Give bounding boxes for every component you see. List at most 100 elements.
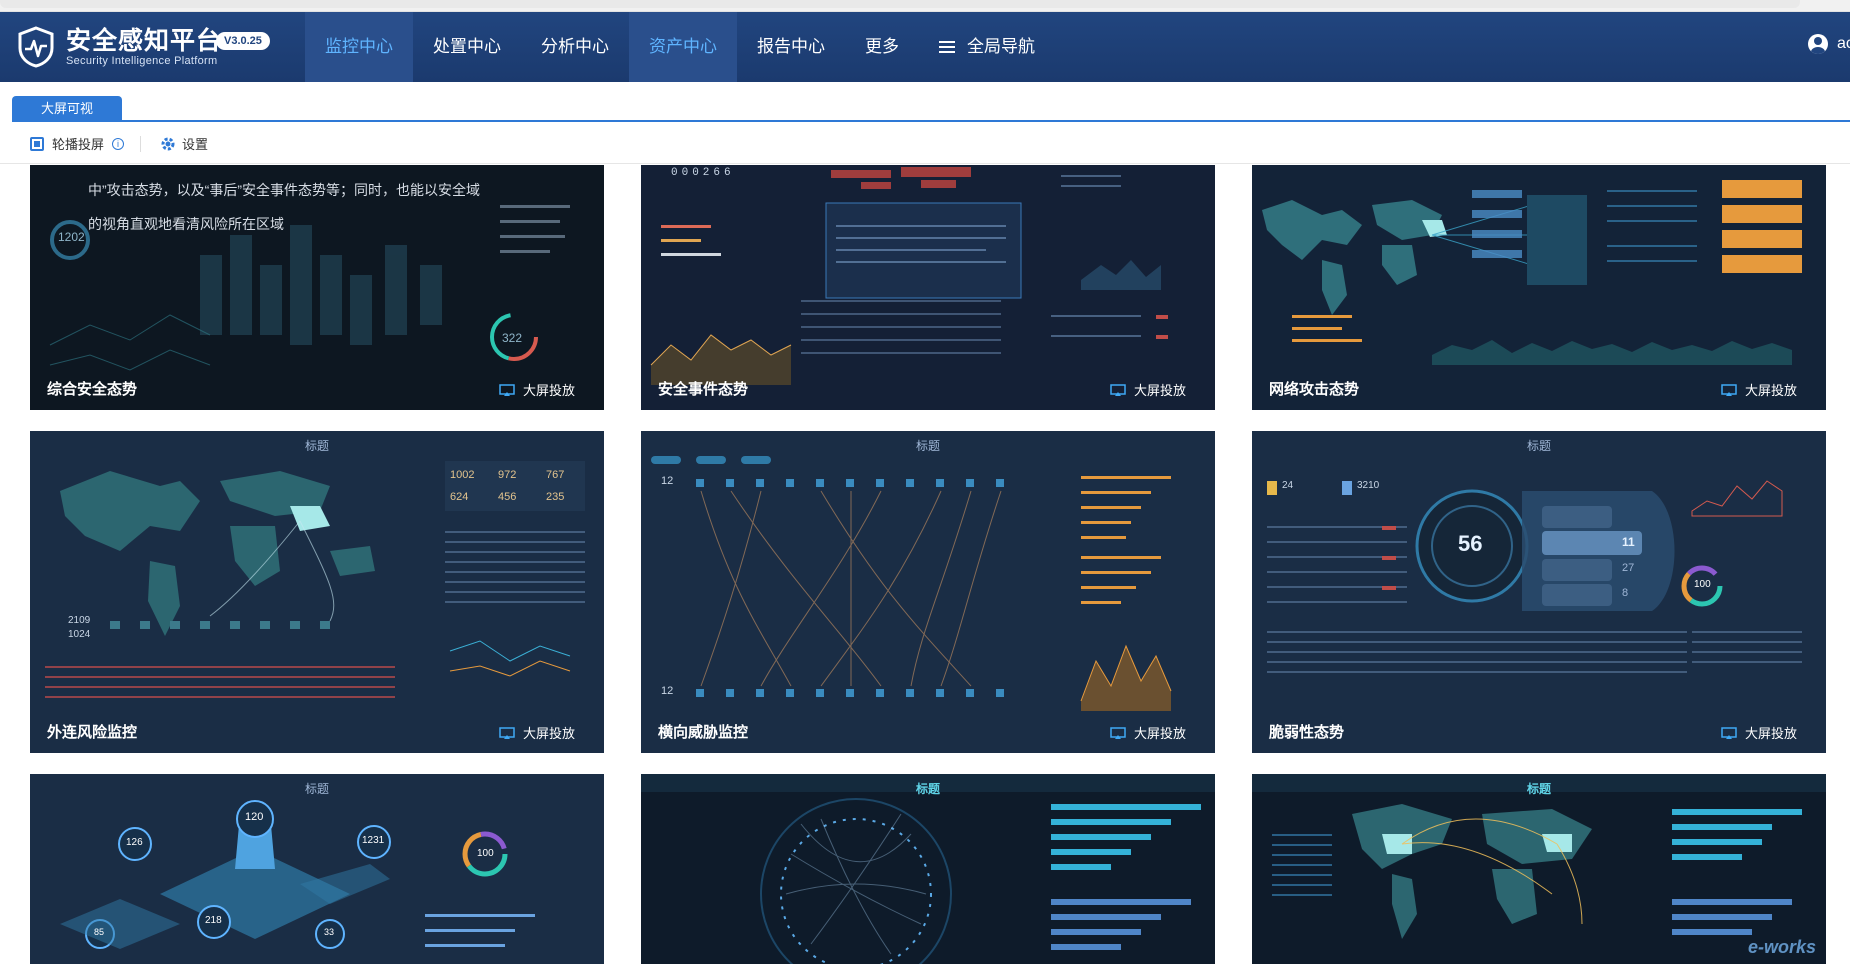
stat-218: 218	[205, 915, 222, 926]
card-stat-grid: 1002 972 767 624 456 235	[450, 469, 590, 503]
menu-icon	[939, 41, 955, 53]
card-title: 横向威胁监控	[658, 724, 749, 741]
cast-button-label: 大屏投放	[1133, 726, 1186, 741]
app-header: 安全感知平台 Security Intelligence Platform V3…	[0, 12, 1850, 82]
cast-to-screen-button[interactable]: 大屏投放	[1110, 723, 1186, 742]
stat-100-ring: 100	[477, 848, 494, 859]
main-nav: 监控中心 处置中心 分析中心 资产中心 报告中心 更多 全局导航	[305, 12, 1055, 82]
card-security-events[interactable]: 000266 安全事件态势 大屏投放	[641, 165, 1215, 410]
shield-heartbeat-icon	[18, 26, 54, 68]
cast-icon	[1721, 726, 1737, 739]
nav-item-report[interactable]: 报告中心	[737, 12, 845, 82]
card-stat-1202: 1202	[58, 230, 85, 244]
browser-tab-remnant	[0, 0, 1800, 8]
stat-24: 24	[1282, 480, 1294, 491]
app-title: 安全感知平台	[66, 26, 223, 55]
user-icon	[1808, 34, 1828, 54]
nav-item-assets[interactable]: 资产中心	[629, 12, 737, 82]
stat-120: 120	[245, 811, 264, 823]
stat-27: 27	[1622, 562, 1635, 574]
nav-item-more[interactable]: 更多	[845, 12, 919, 82]
stat-972: 972	[498, 469, 517, 481]
card-header-label: 标题	[304, 439, 329, 453]
tab-bar: 大屏可视	[0, 82, 1850, 122]
cast-button-label: 大屏投放	[1744, 383, 1797, 398]
stat-126: 126	[126, 837, 143, 848]
card-thumbnail	[641, 431, 1215, 753]
card-thumbnail	[30, 774, 604, 964]
settings-label: 设置	[182, 137, 209, 152]
card-header-label: 标题	[1526, 439, 1551, 453]
cast-to-screen-button[interactable]: 大屏投放	[499, 723, 575, 742]
browser-top-strip	[0, 0, 1850, 12]
watermark-logo: e-works	[1747, 937, 1816, 957]
cast-icon	[1721, 383, 1737, 396]
card-thumbnail	[641, 165, 1215, 410]
user-menu[interactable]: ac	[1808, 34, 1850, 54]
global-nav-label: 全局导航	[967, 37, 1035, 56]
cast-button-label: 大屏投放	[1133, 383, 1186, 398]
card-title: 脆弱性态势	[1269, 724, 1345, 741]
nav-item-monitor[interactable]: 监控中心	[305, 12, 413, 82]
gear-icon	[161, 137, 175, 150]
nav-item-global[interactable]: 全局导航	[919, 12, 1055, 82]
stat-top-count: 12	[661, 475, 674, 487]
card-global-threat[interactable]: 标题 e-works	[1252, 774, 1826, 964]
stat-624: 624	[450, 491, 469, 503]
card-title: 安全事件态势	[658, 381, 749, 398]
stat-85: 85	[94, 927, 105, 937]
card-thumbnail	[1252, 431, 1826, 753]
stat-1231: 1231	[362, 835, 385, 846]
card-threat-network[interactable]: 标题	[641, 774, 1215, 964]
card-title: 网络攻击态势	[1269, 381, 1360, 398]
cast-icon	[1110, 383, 1126, 396]
cast-to-screen-button[interactable]: 大屏投放	[499, 380, 575, 399]
card-thumbnail	[1252, 165, 1826, 410]
stat-100: 100	[1694, 579, 1711, 590]
dashboard-grid: 中”攻击态势，以及“事后”安全事件态势等；同时，也能以安全域 的视角直观地看清风…	[0, 165, 1850, 964]
stat-3210: 3210	[1357, 480, 1380, 491]
cast-to-screen-button[interactable]: 大屏投放	[1721, 723, 1797, 742]
card-comprehensive-security[interactable]: 中”攻击态势，以及“事后”安全事件态势等；同时，也能以安全域 的视角直观地看清风…	[30, 165, 604, 410]
stat-2109: 2109	[68, 615, 91, 626]
cast-button-label: 大屏投放	[522, 383, 575, 398]
user-name: ac	[1837, 35, 1850, 52]
card-header-label: 标题	[915, 439, 940, 453]
app-logo[interactable]: 安全感知平台 Security Intelligence Platform	[16, 26, 222, 68]
stat-235: 235	[546, 491, 565, 503]
card-lateral-threat[interactable]: 标题 12 12 横向威胁监控 大屏投放	[641, 431, 1215, 753]
rotate-cast-icon	[30, 136, 44, 151]
tab-big-screen[interactable]: 大屏可视	[12, 96, 122, 121]
card-title: 综合安全态势	[47, 381, 138, 398]
rotate-cast-label: 轮播投屏	[52, 137, 105, 152]
cast-to-screen-button[interactable]: 大屏投放	[1110, 380, 1186, 399]
app-subtitle: Security Intelligence Platform	[66, 54, 218, 67]
stat-56: 56	[1458, 531, 1483, 556]
stat-bottom-count: 12	[661, 685, 674, 697]
card-header-label: 标题	[1526, 782, 1551, 796]
stat-11: 11	[1622, 535, 1635, 549]
card-stat-322: 322	[502, 331, 523, 345]
stat-1002: 1002	[450, 469, 475, 481]
card-network-attack[interactable]: 网络攻击态势 大屏投放	[1252, 165, 1826, 410]
nav-item-handle[interactable]: 处置中心	[413, 12, 521, 82]
stat-8: 8	[1622, 587, 1629, 599]
event-counter: 000266	[671, 167, 735, 179]
card-outbound-risk[interactable]: 标题 1002 972 767 624 456 235 2109 1024 外连…	[30, 431, 604, 753]
cast-icon	[499, 726, 515, 739]
stat-456: 456	[498, 491, 517, 503]
card-thumbnail	[641, 774, 1215, 964]
cast-button-label: 大屏投放	[522, 726, 575, 741]
overlay-line-1: 中”攻击态势，以及“事后”安全事件态势等；同时，也能以安全域	[88, 182, 480, 198]
rotate-cast-button[interactable]: 轮播投屏 i	[30, 134, 125, 153]
cast-to-screen-button[interactable]: 大屏投放	[1721, 380, 1797, 399]
card-vulnerability[interactable]: 标题 24 3210 56 11 27 8 100 脆弱性态势 大屏投放	[1252, 431, 1826, 753]
version-badge: V3.0.25	[216, 32, 270, 50]
settings-button[interactable]: 设置	[160, 134, 208, 153]
toolbar-divider	[140, 136, 141, 152]
card-asset-topology[interactable]: 标题 120 126 1231 218 85 33 100	[30, 774, 604, 964]
card-header-label: 标题	[304, 782, 329, 796]
info-icon[interactable]: i	[112, 137, 125, 150]
nav-item-analysis[interactable]: 分析中心	[521, 12, 629, 82]
stat-767: 767	[546, 469, 565, 481]
